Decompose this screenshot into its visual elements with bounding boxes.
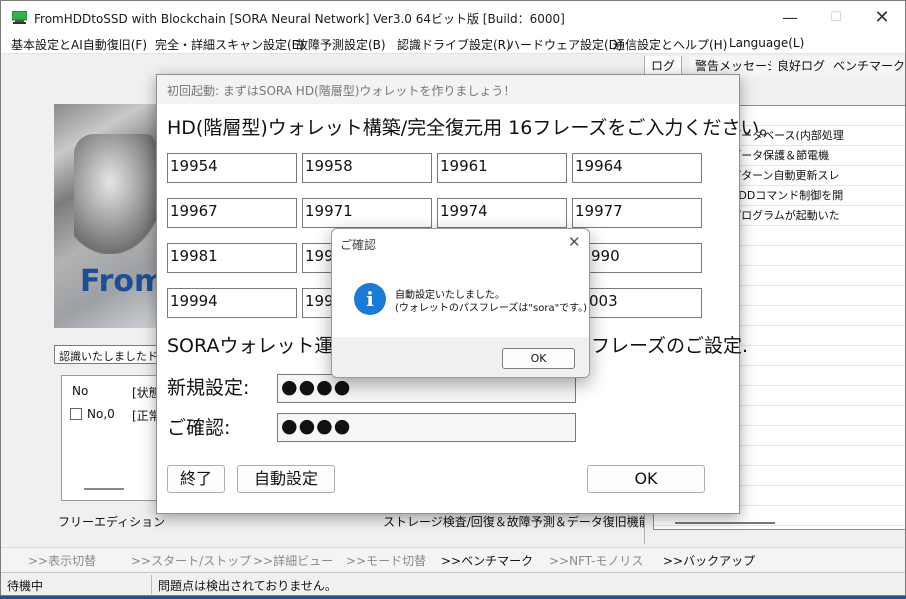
phrase-input-5[interactable]: 19967 [167,198,297,228]
drive-number: No,0 [87,407,115,421]
status-separator [151,575,152,594]
phrase-input-1[interactable]: 19954 [167,153,297,183]
toggle-view-button[interactable]: >>表示切替 [28,552,96,569]
confirm-passphrase-label: ご確認: [167,417,231,439]
confirm-dialog-title: ご確認 [340,238,377,252]
minimize-button[interactable]: — [767,1,813,34]
menu-prediction-settings[interactable]: 故障予測設定(B) [296,36,386,53]
bottom-toolbar: >>表示切替 >>スタート/ストップ >>詳細ビュー >>モード切替 >>ベンチ… [1,547,905,571]
status-message: 問題点は検出されておりません。 [158,579,337,593]
close-button[interactable]: ✕ [859,1,905,34]
nft-monolith-button[interactable]: >>NFT-モノリス [549,552,643,569]
operation-label: SORAウォレット運用 [167,335,353,357]
phrase-input-6[interactable]: 19971 [302,198,432,228]
wallet-ok-button[interactable]: OK [587,465,705,493]
confirm-passphrase-field[interactable]: ●●●● [277,413,576,442]
detail-view-button[interactable]: >>詳細ビュー [253,552,333,569]
menu-bar: 基本設定とAI自動復旧(F) 完全・詳細スキャン設定(E) 故障予測設定(B) … [1,34,905,54]
wallet-dialog-heading: HD(階層型)ウォレット構築/完全復元用 16フレーズをご入力ください。 [167,117,779,139]
status-state: 待機中 [7,579,44,593]
benchmark-button[interactable]: >>ベンチマーク [441,552,533,569]
menu-language[interactable]: Language(L) [729,36,804,50]
phrase-input-16[interactable]: 003 [572,288,702,318]
phrase-input-4[interactable]: 19964 [572,153,702,183]
drive-checkbox[interactable] [70,408,82,420]
menu-scan-settings[interactable]: 完全・詳細スキャン設定(E) [155,36,304,53]
confirm-message-line2: (ウォレットのパスフレーズは"sora"です。) [395,303,588,314]
drive-list-scrollbar[interactable] [84,488,124,490]
phrase-input-2[interactable]: 19958 [302,153,432,183]
phrase-input-12[interactable]: 990 [572,243,702,273]
backup-button[interactable]: >>バックアップ [663,552,755,569]
feature-tagline: ストレージ検査/回復＆故障予測＆データ復旧機能 [383,515,651,529]
new-passphrase-label: 新規設定: [167,377,250,399]
wallet-dialog-title[interactable]: 初回起動: まずはSORA HD(階層型)ウォレットを作りましょう！ [157,75,739,104]
phrase-input-13[interactable]: 19994 [167,288,297,318]
close-icon[interactable]: ✕ [568,233,581,251]
tab-good-log[interactable]: 良好ログ [771,56,833,77]
phrase-input-9[interactable]: 19981 [167,243,297,273]
mode-toggle-button[interactable]: >>モード切替 [346,552,426,569]
maximize-button[interactable]: ☐ [813,1,859,34]
new-passphrase-field[interactable]: ●●●● [277,374,576,403]
info-icon: i [354,283,386,315]
tab-benchmark[interactable]: ベンチマーク [827,56,905,77]
menu-drive-settings[interactable]: 認識ドライブ設定(R) [397,36,511,53]
start-stop-button[interactable]: >>スタート/ストップ [131,552,251,569]
window-title: FromHDDtoSSD with Blockchain [SORA Neura… [34,12,565,26]
app-icon [12,11,27,24]
drive-list-row[interactable]: No,0 [70,407,115,421]
drive-list[interactable]: No [状態 No,0 [正常 [61,375,161,501]
confirm-dialog: ご確認 ✕ i 自動設定いたしました。 (ウォレットのパスフレーズは"sora"… [331,228,590,378]
recognition-status-field: 認識いたしましたド [54,345,164,364]
status-bar: 待機中 問題点は検出されておりません。 [1,572,905,595]
operation-label-tail: フレーズのご設定. [591,335,749,357]
confirm-dialog-footer: OK [332,337,589,377]
title-bar[interactable]: FromHDDtoSSD with Blockchain [SORA Neura… [1,1,905,34]
exit-button[interactable]: 終了 [167,465,225,493]
menu-network-help[interactable]: 通信設定とヘルプ(H) [613,36,727,53]
drive-list-header-no: No [72,384,89,398]
edition-label: フリーエディション [58,515,166,529]
phrase-input-3[interactable]: 19961 [437,153,567,183]
brand-text: From [80,264,166,299]
menu-hardware-settings[interactable]: ハードウェア設定(D) [508,36,623,53]
confirm-ok-button[interactable]: OK [502,348,575,369]
menu-basic-settings[interactable]: 基本設定とAI自動復旧(F) [11,36,147,53]
phrase-input-8[interactable]: 19977 [572,198,702,228]
phrase-input-7[interactable]: 19974 [437,198,567,228]
brand-graphic [74,134,164,254]
log-scrollbar[interactable] [675,522,775,524]
auto-setting-button[interactable]: 自動設定 [237,465,335,493]
